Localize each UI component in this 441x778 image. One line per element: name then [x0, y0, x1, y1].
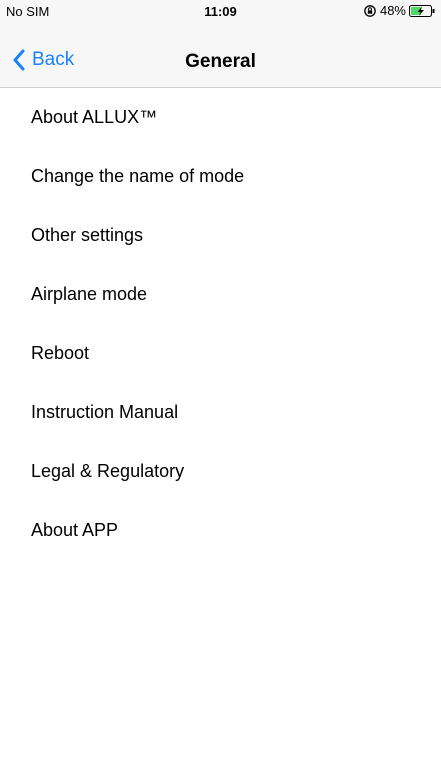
orientation-lock-icon [364, 4, 376, 17]
menu-item-about-allux[interactable]: About ALLUX™ [0, 88, 441, 147]
menu-item-change-mode-name[interactable]: Change the name of mode [0, 147, 441, 206]
status-indicators: 48% [363, 3, 435, 18]
battery-charging-icon [409, 4, 435, 17]
status-bar: No SIM 11:09 48% [0, 0, 441, 22]
menu-item-legal-regulatory[interactable]: Legal & Regulatory [0, 442, 441, 501]
page-title: General [185, 51, 256, 72]
menu-item-airplane-mode[interactable]: Airplane mode [0, 265, 441, 324]
menu-item-instruction-manual[interactable]: Instruction Manual [0, 383, 441, 442]
general-menu-list: About ALLUX™ Change the name of mode Oth… [0, 88, 441, 560]
battery-percentage: 48% [379, 3, 406, 18]
menu-item-reboot[interactable]: Reboot [0, 324, 441, 383]
menu-item-other-settings[interactable]: Other settings [0, 206, 441, 265]
menu-item-about-app[interactable]: About APP [0, 501, 441, 560]
navigation-bar: Back General [0, 22, 441, 88]
